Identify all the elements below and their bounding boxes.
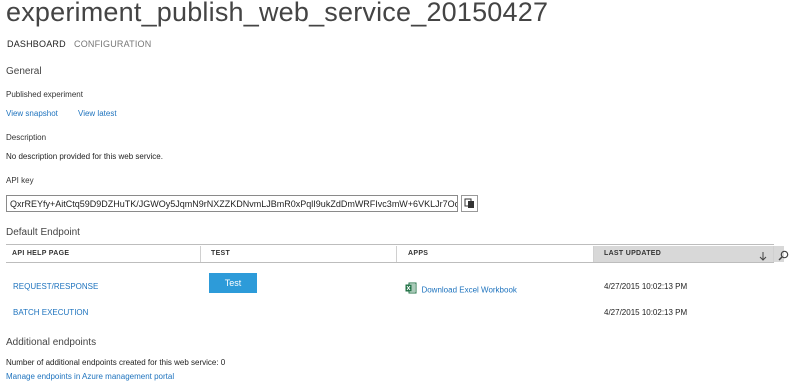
manage-endpoints-link[interactable]: Manage endpoints in Azure management por… [6,372,174,381]
published-experiment-label: Published experiment [6,90,83,99]
view-latest-link[interactable]: View latest [78,109,117,118]
table-header: API HELP PAGE TEST APPS LAST UPDATED [6,246,784,262]
additional-endpoints-count: Number of additional endpoints created f… [6,358,226,367]
general-heading: General [6,66,42,77]
description-text: No description provided for this web ser… [6,152,163,161]
api-key-field[interactable]: QxrREYfy+AitCtq59D9DZHuTK/JGWOy5JqmN9rNX… [6,195,458,212]
column-separator [593,246,594,262]
sort-down-arrow-icon[interactable] [759,248,767,266]
column-header-apps[interactable]: APPS [408,246,588,262]
tab-dashboard[interactable]: DASHBOARD [7,39,66,49]
test-button[interactable]: Test [209,273,257,293]
last-updated-cell: 4/27/2015 10:02:13 PM [604,308,688,317]
description-label: Description [6,133,47,142]
page-title: experiment_publish_web_service_20150427 [6,0,549,27]
download-excel-link[interactable]: Download Excel Workbook [405,281,517,299]
column-header-test[interactable]: TEST [211,246,391,262]
view-snapshot-link[interactable]: View snapshot [6,109,58,118]
api-key-label: API key [6,176,34,185]
copy-icon [464,198,474,208]
column-separator [396,246,397,262]
column-header-last-updated[interactable]: LAST UPDATED [594,246,784,262]
last-updated-cell: 4/27/2015 10:02:13 PM [604,282,688,291]
column-separator [773,246,774,262]
search-icon[interactable] [778,248,789,266]
copy-api-key-button[interactable] [461,195,478,212]
batch-execution-link[interactable]: BATCH EXECUTION [13,308,88,317]
additional-endpoints-heading: Additional endpoints [6,337,97,348]
tab-configuration[interactable]: CONFIGURATION [74,39,151,49]
column-header-api-help[interactable]: API HELP PAGE [12,246,202,262]
excel-icon [405,281,417,299]
default-endpoint-heading: Default Endpoint [6,227,80,238]
column-separator [200,246,201,262]
request-response-link[interactable]: REQUEST/RESPONSE [13,282,98,291]
table-header-divider [6,262,774,263]
table-top-divider [6,244,774,245]
download-excel-label[interactable]: Download Excel Workbook [421,286,516,295]
